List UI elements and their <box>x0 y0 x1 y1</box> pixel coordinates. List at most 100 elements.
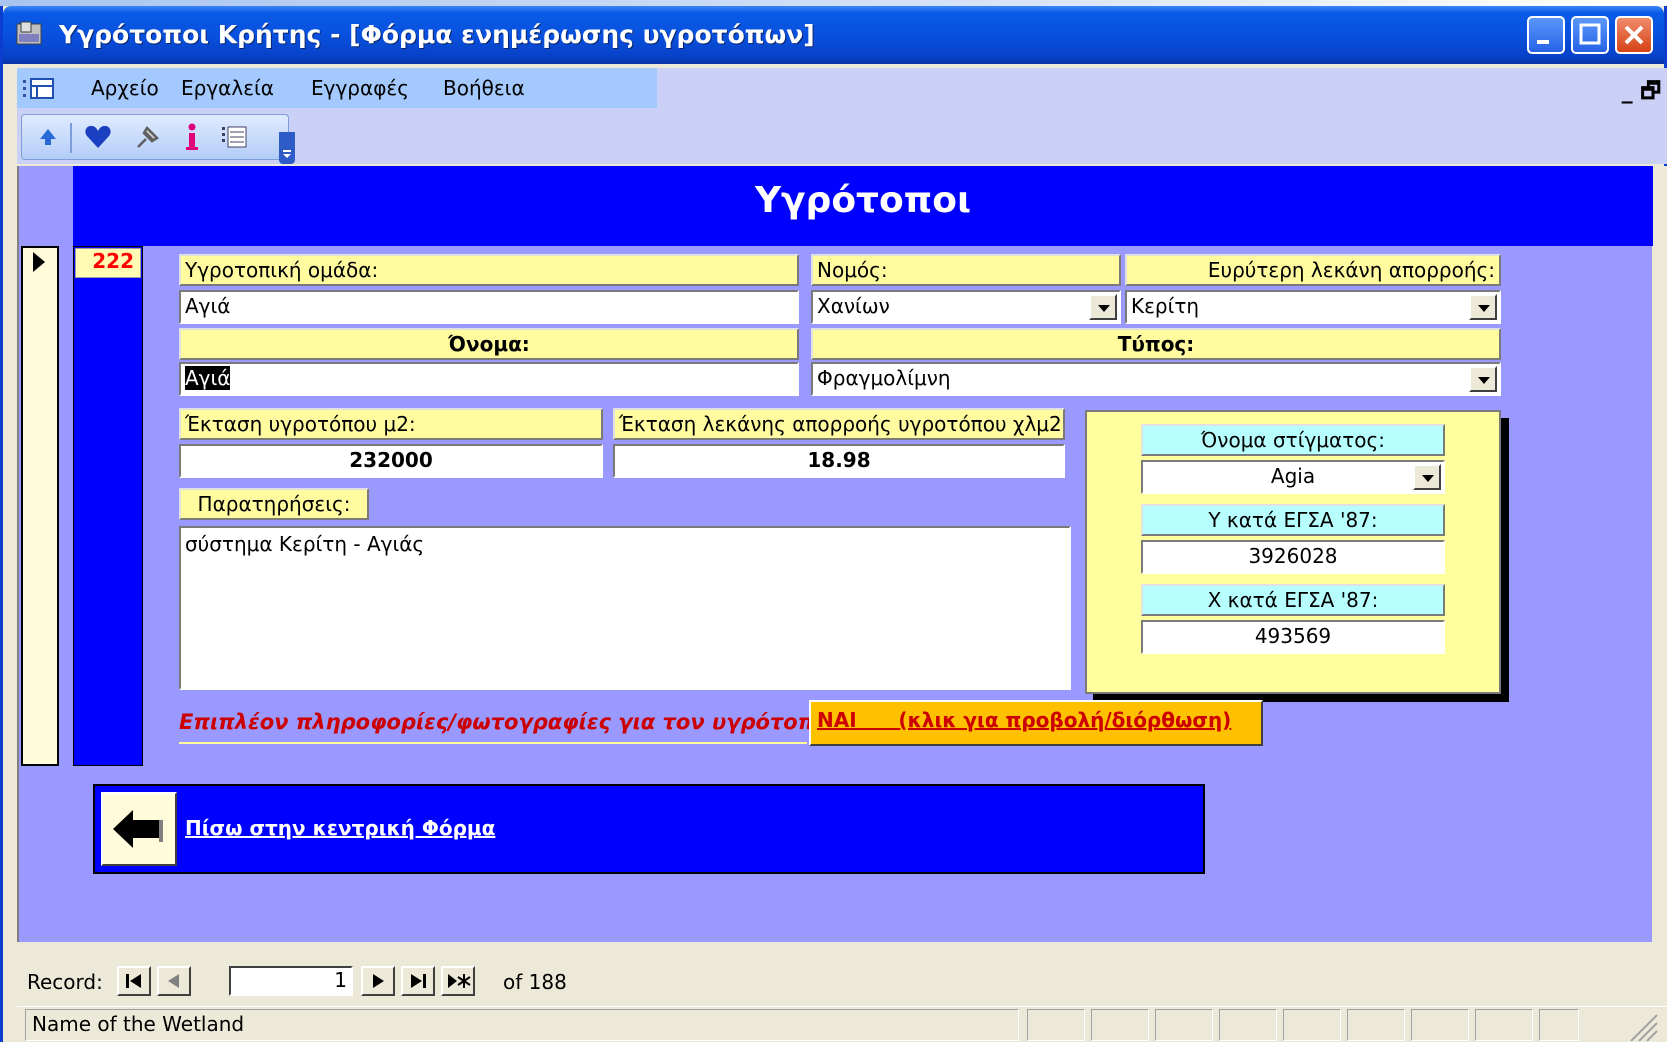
form-body: Υγρότοποι 222 Υγροτοπική ομάδα: Νομός: Ε… <box>17 166 1653 942</box>
y-coordinate-field[interactable]: 3926028 <box>1141 540 1445 574</box>
pin-icon[interactable] <box>132 121 164 153</box>
mdi-window-controls[interactable]: _ 🗗 <box>1622 74 1661 112</box>
toolbar <box>21 114 289 160</box>
close-button[interactable] <box>1615 16 1653 54</box>
previous-record-button[interactable] <box>157 966 191 996</box>
record-id: 222 <box>75 248 141 278</box>
basin-dropdown-button[interactable] <box>1469 294 1497 320</box>
app-icon <box>16 21 42 45</box>
record-selector[interactable] <box>21 246 59 766</box>
next-record-icon <box>373 974 384 988</box>
prefecture-select[interactable]: Χανίων <box>811 290 1121 324</box>
prefecture-value: Χανίων <box>817 294 890 318</box>
type-label: Τύπος: <box>811 328 1501 360</box>
y-coordinate-label: Υ κατά ΕΓΣΑ '87: <box>1141 504 1445 536</box>
notes-label: Παρατηρήσεις: <box>179 488 369 520</box>
area-label: Έκταση υγροτόπου μ2: <box>179 408 603 440</box>
prefecture-dropdown-button[interactable] <box>1089 294 1117 320</box>
area-field[interactable]: 232000 <box>179 444 603 478</box>
last-record-icon <box>411 974 426 988</box>
maximize-button[interactable] <box>1571 16 1609 54</box>
back-button[interactable] <box>101 792 177 866</box>
menu-bar: Αρχείο Εργαλεία Εγγραφές Βοήθεια _ 🗗 <box>17 68 1667 108</box>
maximize-icon <box>1579 23 1601 45</box>
form-title: Υγρότοποι <box>754 180 972 221</box>
more-info-button[interactable]: ΝΑΙ (κλικ για προβολή/διόρθωση) <box>809 700 1263 746</box>
previous-record-icon <box>168 974 179 988</box>
next-record-button[interactable] <box>361 966 395 996</box>
status-cell <box>1155 1009 1213 1041</box>
up-arrow-icon[interactable] <box>32 121 64 153</box>
status-text: Name of the Wetland <box>25 1009 1019 1041</box>
first-record-button[interactable] <box>117 966 151 996</box>
wetland-group-field[interactable]: Αγιά <box>179 290 799 324</box>
close-icon <box>1624 25 1644 45</box>
window-title: Υγρότοποι Κρήτης - [Φόρμα ενημέρωσης υγρ… <box>59 20 815 49</box>
point-name-label: Όνομα στίγματος: <box>1141 424 1445 456</box>
list-icon[interactable] <box>218 121 250 153</box>
basin-area-field[interactable]: 18.98 <box>613 444 1065 478</box>
wetland-group-label: Υγροτοπική ομάδα: <box>179 254 799 286</box>
prefecture-label: Νομός: <box>811 254 1121 286</box>
basin-area-label: Έκταση λεκάνης απορροής υγροτόπου χλμ2: <box>613 408 1065 440</box>
form-header: Υγρότοποι <box>73 166 1653 246</box>
minimize-icon <box>1537 40 1549 44</box>
record-id-strip <box>73 246 143 766</box>
back-panel: Πίσω στην κεντρική Φόρμα <box>93 784 1205 874</box>
status-cell <box>1091 1009 1149 1041</box>
type-select[interactable]: Φραγμολίμνη <box>811 362 1501 396</box>
new-record-button[interactable] <box>441 966 475 996</box>
type-value: Φραγμολίμνη <box>817 366 951 390</box>
record-navigation: Record: 1 of 188 <box>17 962 1652 1002</box>
minimize-button[interactable] <box>1527 16 1565 54</box>
status-cell <box>1411 1009 1469 1041</box>
back-arrow-icon <box>113 810 163 848</box>
menu-records[interactable]: Εγγραφές <box>311 76 409 100</box>
access-window: Υγρότοποι Κρήτης - [Φόρμα ενημέρωσης υγρ… <box>0 6 1667 1042</box>
new-record-icon <box>448 974 471 988</box>
menu-help[interactable]: Βοήθεια <box>443 76 525 100</box>
menu-tools[interactable]: Εργαλεία <box>181 76 274 100</box>
status-cell <box>1539 1009 1579 1041</box>
resize-grip-icon[interactable] <box>1627 1011 1659 1041</box>
basin-value: Κερίτη <box>1131 294 1200 318</box>
notes-field[interactable]: σύστημα Κερίτη - Αγιάς <box>179 526 1071 690</box>
more-info-label: Επιπλέον πληροφορίες/φωτογραφίες για τον… <box>179 710 829 744</box>
point-name-dropdown-button[interactable] <box>1413 464 1441 490</box>
basin-select[interactable]: Κερίτη <box>1125 290 1501 324</box>
record-number-input[interactable]: 1 <box>229 966 353 996</box>
point-name-select[interactable]: Agia <box>1141 460 1445 494</box>
form-frame: Υγρότοποι 222 Υγροτοπική ομάδα: Νομός: Ε… <box>17 166 1667 1042</box>
current-record-arrow-icon <box>33 252 45 272</box>
x-coordinate-field[interactable]: 493569 <box>1141 620 1445 654</box>
toolbar-row <box>17 108 1667 164</box>
chevron-down-icon <box>283 150 291 158</box>
status-cell <box>1347 1009 1405 1041</box>
title-bar[interactable]: Υγρότοποι Κρήτης - [Φόρμα ενημέρωσης υγρ… <box>3 6 1664 64</box>
name-field[interactable]: Αγιά <box>179 362 799 396</box>
back-to-main-form-link[interactable]: Πίσω στην κεντρική Φόρμα <box>185 816 495 840</box>
status-cell <box>1283 1009 1341 1041</box>
point-name-value: Agia <box>1270 464 1316 488</box>
heart-icon[interactable] <box>82 121 114 153</box>
status-cell <box>1475 1009 1533 1041</box>
record-count: of 188 <box>503 970 567 994</box>
type-dropdown-button[interactable] <box>1469 366 1497 392</box>
record-label: Record: <box>27 970 103 994</box>
coordinates-panel: Όνομα στίγματος: Agia Υ κατά ΕΓΣΑ '87: 3… <box>1085 410 1501 694</box>
menu-file[interactable]: Αρχείο <box>91 76 159 100</box>
x-coordinate-label: Χ κατά ΕΓΣΑ '87: <box>1141 584 1445 616</box>
status-cell <box>1219 1009 1277 1041</box>
info-icon[interactable] <box>176 121 208 153</box>
form-menu-icon[interactable] <box>23 78 59 100</box>
name-label: Όνομα: <box>179 328 799 360</box>
more-info-button-label: ΝΑΙ (κλικ για προβολή/διόρθωση) <box>817 708 1232 732</box>
name-value: Αγιά <box>185 366 231 390</box>
menu-bar-left: Αρχείο Εργαλεία Εγγραφές Βοήθεια <box>17 68 657 108</box>
basin-label: Ευρύτερη λεκάνη απορροής: <box>1125 254 1501 286</box>
status-cell <box>1027 1009 1085 1041</box>
toolbar-options-button[interactable] <box>279 132 295 164</box>
first-record-icon <box>126 974 141 988</box>
status-bar: Name of the Wetland <box>17 1006 1667 1042</box>
last-record-button[interactable] <box>401 966 435 996</box>
